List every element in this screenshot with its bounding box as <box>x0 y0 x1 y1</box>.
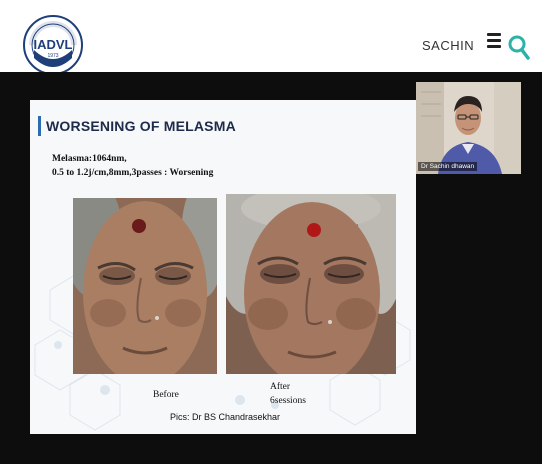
logo-text: IADVL <box>34 37 73 52</box>
after-photo <box>226 194 396 374</box>
logo-year: 1973 <box>47 53 58 59</box>
photo-credit: Pics: Dr BS Chandrasekhar <box>170 412 281 422</box>
before-caption: Before <box>153 390 179 400</box>
presenter-name-label: Dr Sachin dhawan <box>418 162 478 171</box>
user-name[interactable]: SACHIN <box>422 38 474 53</box>
slide-text-line-1: Melasma:1064nm, <box>52 154 127 164</box>
app-header: IADVL 1973 SACHIN <box>0 0 542 75</box>
search-icon[interactable] <box>508 34 530 60</box>
slide-title: WORSENING OF MELASMA <box>46 118 236 134</box>
presentation-slide: WORSENING OF MELASMA Melasma:1064nm, 0.5… <box>30 100 416 434</box>
after-caption-line-2: 6sessions <box>270 396 306 406</box>
presenter-camera-feed[interactable]: Dr Sachin dhawan <box>416 82 521 174</box>
title-accent-bar <box>38 116 41 136</box>
after-caption-line-1: After <box>270 382 291 392</box>
before-photo <box>73 198 217 374</box>
iadvl-logo[interactable]: IADVL 1973 <box>22 14 84 76</box>
hamburger-menu-icon[interactable] <box>487 33 501 48</box>
slide-text-line-2: 0.5 to 1.2j/cm,8mm,3passes : Worsening <box>52 168 214 178</box>
